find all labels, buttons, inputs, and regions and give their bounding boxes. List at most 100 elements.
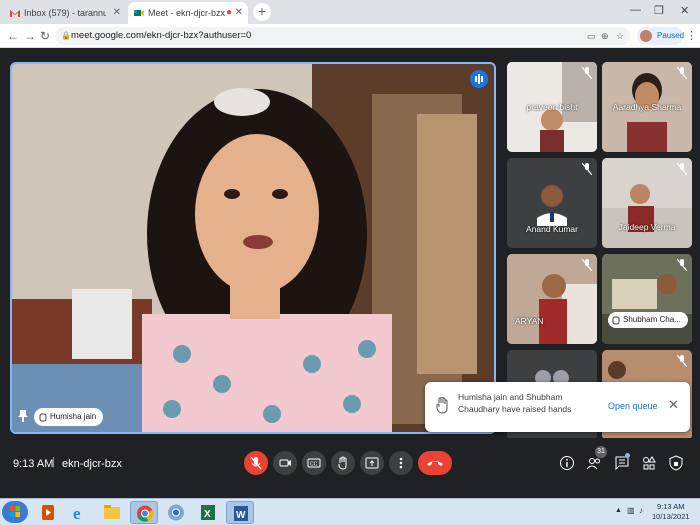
activities-icon[interactable] xyxy=(641,455,657,471)
reload-icon[interactable]: ↻ xyxy=(40,29,50,43)
participant-tile[interactable]: praveen bisht xyxy=(507,62,597,152)
file-explorer-icon xyxy=(104,505,120,519)
back-icon[interactable]: ← xyxy=(7,29,19,43)
tab-gmail[interactable]: Inbox (579) - tarannum@theindi ✕ xyxy=(4,2,126,24)
camera-permission-icon[interactable]: ▭ xyxy=(587,27,596,45)
close-notification-icon[interactable]: ✕ xyxy=(668,397,679,413)
mic-toggle-button[interactable] xyxy=(244,451,268,475)
raise-hand-button[interactable] xyxy=(331,451,355,475)
lock-icon: 🔒 xyxy=(61,31,71,40)
presenter-name: Humisha jain xyxy=(50,412,97,421)
more-options-button[interactable] xyxy=(389,451,413,475)
taskbar-app[interactable]: e xyxy=(66,501,94,524)
raised-hand-icon xyxy=(612,315,620,325)
muted-mic-icon xyxy=(582,67,592,79)
volume-icon[interactable]: ♪ xyxy=(639,506,643,515)
word-icon: W xyxy=(234,506,248,521)
captions-icon: CC xyxy=(307,458,321,468)
close-window-icon[interactable]: ✕ xyxy=(680,4,689,17)
close-tab-icon[interactable]: ✕ xyxy=(113,7,121,18)
clock-date: 10/13/2021 xyxy=(652,512,690,521)
mic-off-icon xyxy=(250,456,262,470)
tray-arrow-icon[interactable]: ▲ xyxy=(615,507,622,514)
tab-meet[interactable]: Meet - ekn-djcr-bzx ● ✕ xyxy=(128,2,248,24)
tab-title: Inbox (579) - tarannum@theindi xyxy=(24,8,106,18)
meet-icon xyxy=(134,8,144,18)
participant-name: ARYAN xyxy=(515,316,544,326)
participant-count-badge: 31 xyxy=(595,446,607,458)
taskbar-app-active[interactable]: W xyxy=(226,501,254,524)
os-taskbar: e X W ▲ ▥ ♪ 9:13 AM 10/13/2021 xyxy=(0,498,700,525)
chrome-icon xyxy=(137,505,154,522)
raised-hand-icon xyxy=(436,397,449,414)
start-button[interactable] xyxy=(2,501,28,523)
participant-tile[interactable]: Shubham Cha... xyxy=(602,254,692,344)
more-vert-icon xyxy=(399,457,403,469)
open-queue-button[interactable]: Open queue xyxy=(608,401,658,411)
notification-text: Humisha jain and Shubham Chaudhary have … xyxy=(458,392,572,414)
forward-icon[interactable]: → xyxy=(24,29,36,43)
main-video-tile[interactable]: Humisha jain xyxy=(10,62,496,434)
profile-button[interactable]: Paused xyxy=(637,27,685,45)
pin-icon[interactable] xyxy=(18,410,28,422)
svg-text:W: W xyxy=(236,510,246,521)
presenter-video xyxy=(12,64,494,432)
muted-mic-icon xyxy=(677,355,687,367)
minimize-icon[interactable]: — xyxy=(630,4,641,16)
maximize-icon[interactable]: ❐ xyxy=(654,4,664,17)
address-bar[interactable]: 🔒 meet.google.com/ekn-djcr-bzx?authuser=… xyxy=(55,27,630,45)
participant-tile[interactable]: ARYAN xyxy=(507,254,597,344)
browser-menu-icon[interactable]: ⋮ xyxy=(686,29,697,42)
leave-call-button[interactable] xyxy=(418,451,452,475)
meeting-details-icon[interactable] xyxy=(559,455,575,471)
captions-button[interactable]: CC xyxy=(302,451,326,475)
participant-name: Jaideep Verma xyxy=(618,222,676,232)
chrome-canary-icon xyxy=(168,504,184,521)
muted-mic-icon xyxy=(677,259,687,271)
clock-time: 9:13 AM xyxy=(657,502,685,511)
participant-tile[interactable]: Anand Kumar xyxy=(507,158,597,248)
present-button[interactable] xyxy=(360,451,384,475)
meeting-stage: Humisha jain praveen bisht Aaradhya Shar… xyxy=(0,48,700,498)
new-tab-button[interactable]: + xyxy=(253,3,271,21)
participant-name: Shubham Cha... xyxy=(623,315,681,324)
zoom-icon[interactable]: ⊕ xyxy=(601,27,609,45)
recording-dot-icon: ● xyxy=(225,7,232,18)
camera-toggle-button[interactable] xyxy=(273,451,297,475)
present-screen-icon xyxy=(365,457,379,469)
unread-dot xyxy=(625,453,630,458)
system-clock[interactable]: 9:13 AM 10/13/2021 xyxy=(652,502,690,522)
tab-title: Meet - ekn-djcr-bzx xyxy=(148,8,226,18)
url-text: meet.google.com/ekn-djcr-bzx?authuser=0 xyxy=(71,30,252,41)
profile-status: Paused xyxy=(657,31,685,40)
taskbar-app[interactable] xyxy=(98,501,126,524)
svg-text:CC: CC xyxy=(310,462,318,468)
hang-up-icon xyxy=(427,461,443,466)
muted-mic-icon xyxy=(677,163,687,175)
close-tab-icon[interactable]: ✕ xyxy=(235,7,243,18)
svg-text:e: e xyxy=(73,504,81,523)
raise-hand-icon xyxy=(338,456,347,470)
meeting-code: ekn-djcr-bzx xyxy=(62,458,122,470)
media-player-icon xyxy=(42,505,54,520)
presenter-name-chip: Humisha jain xyxy=(34,408,104,426)
gmail-icon xyxy=(10,8,20,18)
meeting-time: 9:13 AM xyxy=(13,458,54,470)
speaking-indicator-icon xyxy=(470,70,488,88)
participant-tile[interactable]: Jaideep Verma xyxy=(602,158,692,248)
taskbar-app-active[interactable] xyxy=(130,501,158,524)
taskbar-app[interactable]: X xyxy=(194,501,222,524)
bookmark-star-icon[interactable]: ☆ xyxy=(616,27,624,45)
excel-icon: X xyxy=(201,505,215,520)
tab-strip: Inbox (579) - tarannum@theindi ✕ Meet - … xyxy=(0,0,700,24)
participant-name: Aaradhya Sharma xyxy=(612,102,682,112)
participant-tile[interactable]: Aaradhya Sharma xyxy=(602,62,692,152)
host-controls-icon[interactable] xyxy=(668,455,684,471)
taskbar-app[interactable] xyxy=(162,501,190,524)
network-icon[interactable]: ▥ xyxy=(627,506,635,515)
muted-mic-icon xyxy=(582,163,592,175)
taskbar-app[interactable] xyxy=(34,501,62,524)
raised-hands-notification: Humisha jain and Shubham Chaudhary have … xyxy=(425,382,690,432)
participant-name-chip: Shubham Cha... xyxy=(608,312,688,328)
divider: | xyxy=(52,456,55,468)
